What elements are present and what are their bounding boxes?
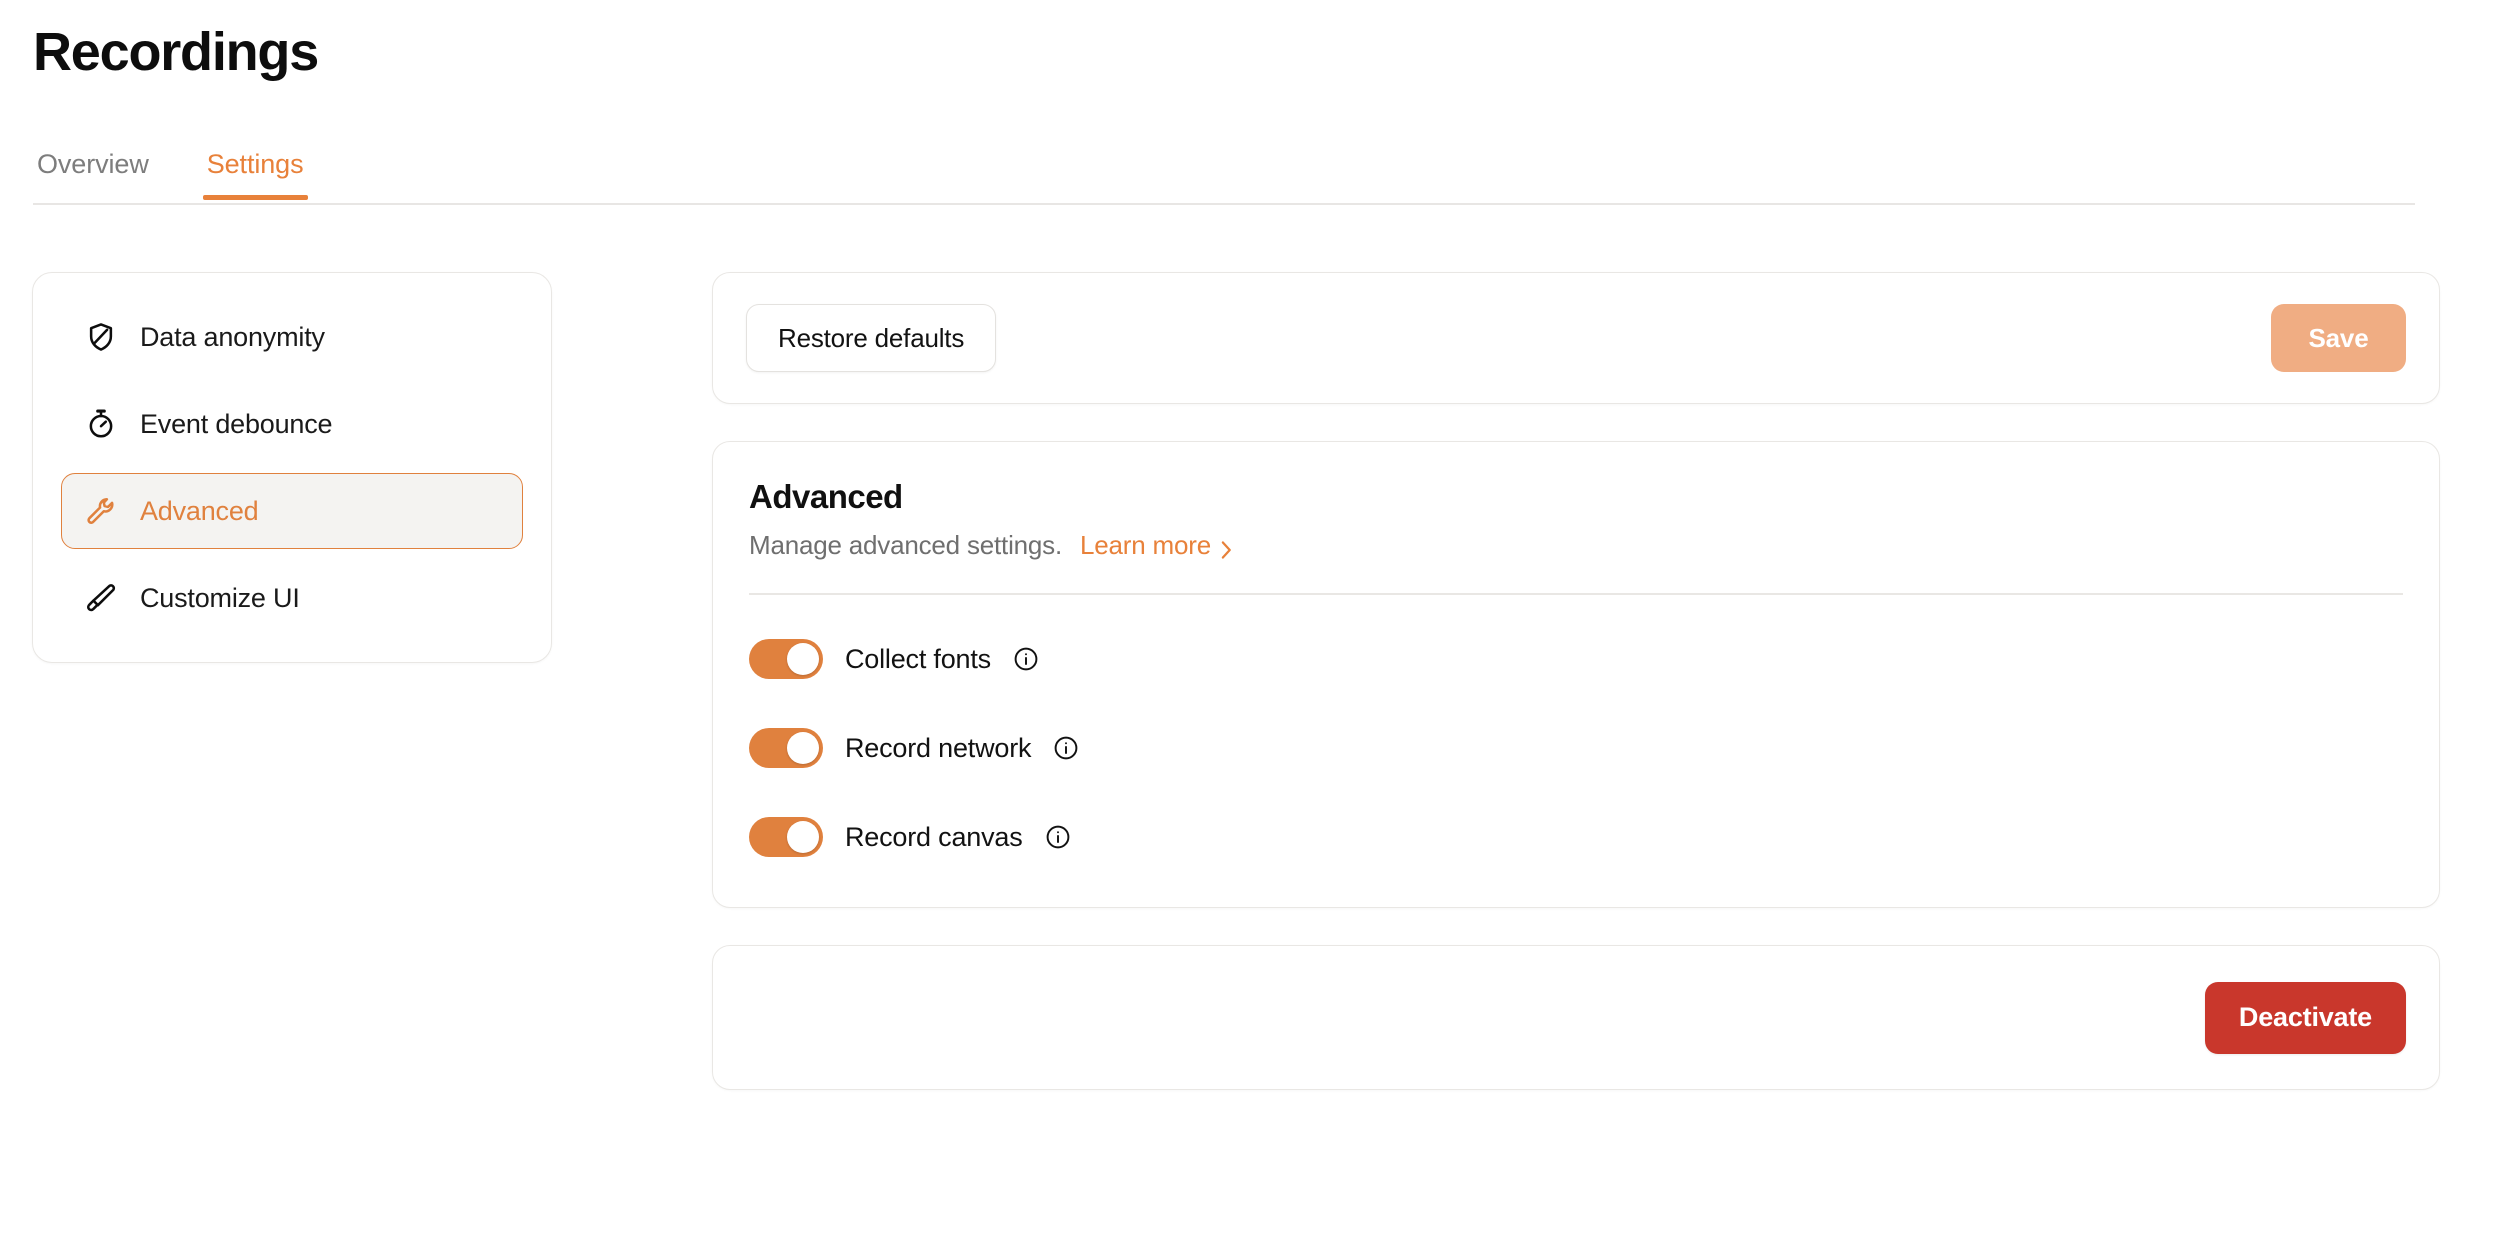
actions-card: Restore defaults Save [712,272,2440,404]
advanced-section-subtitle: Manage advanced settings. Learn more [749,530,2403,561]
page-title: Recordings [33,22,319,82]
deactivate-button[interactable]: Deactivate [2204,981,2406,1054]
sidebar-item-data-anonymity[interactable]: Data anonymity [61,299,523,375]
sidebar-item-customize-ui[interactable]: Customize UI [61,560,523,636]
info-icon[interactable] [1045,824,1071,850]
chevron-right-icon [1219,536,1233,559]
settings-nav-card: Data anonymity Event debounce Advanced C… [32,272,552,663]
sidebar-item-label: Event debounce [140,408,333,439]
toggle-label: Collect fonts [845,643,991,674]
sidebar-item-label: Data anonymity [140,321,325,352]
wrench-icon [84,494,118,528]
paintbrush-icon [84,581,118,615]
toggle-knob [787,821,819,853]
learn-more-link[interactable]: Learn more [1080,530,1233,561]
collect-fonts-toggle[interactable] [749,639,823,679]
toggle-knob [787,643,819,675]
tab-overview[interactable]: Overview [33,149,153,200]
toggle-row-collect-fonts: Collect fonts [749,633,2403,685]
advanced-description: Manage advanced settings. [749,530,1062,560]
sidebar-item-label: Customize UI [140,582,300,613]
sidebar-item-label: Advanced [140,495,259,526]
tab-bar: Overview Settings [33,138,308,200]
info-icon[interactable] [1053,735,1079,761]
sidebar-item-event-debounce[interactable]: Event debounce [61,386,523,462]
settings-content: Restore defaults Save Advanced Manage ad… [712,272,2440,1090]
danger-card: Deactivate [712,945,2440,1090]
advanced-section-title: Advanced [749,478,903,515]
stopwatch-icon [84,407,118,441]
tab-settings[interactable]: Settings [202,149,308,200]
record-canvas-toggle[interactable] [749,817,823,857]
learn-more-label: Learn more [1080,530,1211,560]
toggle-knob [787,732,819,764]
save-button[interactable]: Save [2271,304,2406,372]
toggle-label: Record network [845,732,1032,763]
advanced-card: Advanced Manage advanced settings. Learn… [712,441,2440,908]
advanced-toggle-list: Collect fonts Record network Record canv… [749,595,2403,863]
toggle-row-record-canvas: Record canvas [749,811,2403,863]
tab-overview-label: Overview [37,149,149,179]
record-network-toggle[interactable] [749,728,823,768]
shield-off-icon [84,320,118,354]
toggle-row-record-network: Record network [749,722,2403,774]
restore-defaults-button[interactable]: Restore defaults [746,304,997,372]
tab-bar-divider [33,203,2415,205]
tab-settings-label: Settings [206,149,304,179]
recordings-settings-page: Recordings Overview Settings Data anonym… [0,0,2512,1246]
sidebar-item-advanced[interactable]: Advanced [61,473,523,549]
info-icon[interactable] [1013,646,1039,672]
toggle-label: Record canvas [845,821,1023,852]
